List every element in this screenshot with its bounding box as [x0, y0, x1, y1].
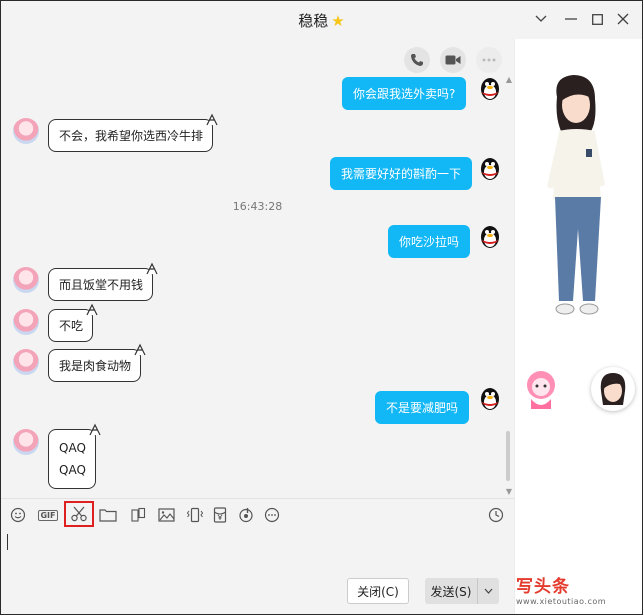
penguin-avatar[interactable] — [477, 385, 503, 411]
watermark-main: 写头条 — [516, 577, 570, 597]
close-button[interactable]: 关闭(C) — [347, 578, 409, 604]
scrollbar-thumb[interactable] — [506, 431, 510, 481]
message-line: QAQ — [59, 441, 86, 455]
avatar-show-panel — [514, 39, 642, 614]
message-list[interactable]: 你会跟我选外卖吗? 不会，我希望你选西冷牛排 我需要好好的斟酌一下 16:43:… — [1, 39, 514, 498]
watermark-sub: www.xietoutiao.com — [516, 597, 607, 606]
chat-window: 稳稳 ★ 你会跟我选外卖吗? 不会，我希望你选西冷牛排 我需要好好的斟酌一下 1… — [1, 1, 642, 614]
chevron-down-icon[interactable] — [529, 7, 553, 31]
scroll-down-arrow-icon[interactable]: ▼ — [506, 487, 512, 496]
penguin-avatar[interactable] — [477, 155, 503, 181]
message-bubble-incoming[interactable]: 我是肉食动物 — [48, 343, 146, 382]
pet-character-icon[interactable] — [517, 365, 565, 413]
bubble-decoration-icon — [89, 423, 101, 436]
contact-avatar[interactable] — [13, 429, 39, 455]
gif-icon[interactable]: GIF — [36, 505, 60, 525]
watermark: 写头条 www.xietoutiao.com — [516, 572, 642, 612]
minimize-icon[interactable] — [559, 7, 583, 31]
contact-avatar[interactable] — [13, 309, 39, 335]
message-bubble-incoming[interactable]: 而且饭堂不用钱 — [48, 262, 158, 301]
send-button[interactable]: 发送(S) — [425, 578, 499, 604]
bubble-decoration-icon — [134, 343, 146, 356]
input-toolbar: GIF — [1, 498, 514, 530]
text-caret — [7, 534, 8, 550]
close-icon[interactable] — [611, 7, 635, 31]
contact-avatar[interactable] — [13, 349, 39, 375]
message-timestamp: 16:43:28 — [232, 200, 283, 213]
penguin-avatar[interactable] — [477, 75, 503, 101]
video-icon[interactable] — [440, 47, 466, 73]
message-bubble-outgoing[interactable]: 你会跟我选外卖吗? — [342, 77, 467, 110]
music-icon[interactable] — [235, 505, 257, 525]
message-input[interactable]: 关闭(C) 发送(S) — [1, 530, 514, 614]
message-text: 我是肉食动物 — [59, 359, 132, 373]
folder-icon[interactable] — [97, 505, 119, 525]
shake-icon[interactable] — [184, 505, 206, 525]
phone-icon[interactable] — [404, 47, 430, 73]
window-title: 稳稳 — [298, 12, 329, 30]
message-bubble-outgoing[interactable]: 我需要好好的斟酌一下 — [330, 157, 473, 190]
send-options-chevron-icon[interactable] — [477, 578, 499, 604]
maximize-icon[interactable] — [585, 7, 609, 31]
message-bubble-incoming[interactable]: 不会，我希望你选西冷牛排 — [48, 113, 218, 152]
scroll-up-arrow-icon[interactable]: ▲ — [506, 75, 512, 84]
star-icon: ★ — [331, 12, 345, 30]
contact-avatar[interactable] — [13, 118, 39, 144]
bubble-decoration-icon — [206, 113, 218, 126]
message-bubble-outgoing[interactable]: 不是要减肥吗 — [375, 391, 470, 424]
message-text: 不吃 — [59, 319, 84, 333]
scissors-icon[interactable] — [64, 501, 94, 527]
emoji-icon[interactable] — [7, 505, 29, 525]
penguin-avatar[interactable] — [477, 223, 503, 249]
title-bar: 稳稳 ★ — [1, 1, 642, 39]
message-bubble-outgoing[interactable]: 你吃沙拉吗 — [388, 225, 471, 258]
message-line: QAQ — [59, 463, 86, 477]
image-icon[interactable] — [155, 505, 177, 525]
more-icon[interactable] — [476, 47, 502, 73]
more-options-icon[interactable] — [261, 505, 283, 525]
redpacket-icon[interactable] — [209, 505, 231, 525]
message-text: 不会，我希望你选西冷牛排 — [59, 129, 204, 143]
message-bubble-incoming[interactable]: QAQ QAQ — [48, 423, 101, 489]
call-actions — [404, 47, 502, 73]
bubble-decoration-icon — [146, 262, 158, 275]
message-bubble-incoming[interactable]: 不吃 — [48, 303, 98, 342]
message-text: 而且饭堂不用钱 — [59, 278, 144, 292]
contact-avatar[interactable] — [13, 267, 39, 293]
gif-label: GIF — [38, 509, 58, 521]
bubble-decoration-icon — [86, 303, 98, 316]
screenshot-icon[interactable] — [127, 505, 149, 525]
profile-avatar-button[interactable] — [591, 367, 635, 411]
history-icon[interactable] — [485, 505, 507, 525]
send-button-label[interactable]: 发送(S) — [425, 578, 477, 604]
